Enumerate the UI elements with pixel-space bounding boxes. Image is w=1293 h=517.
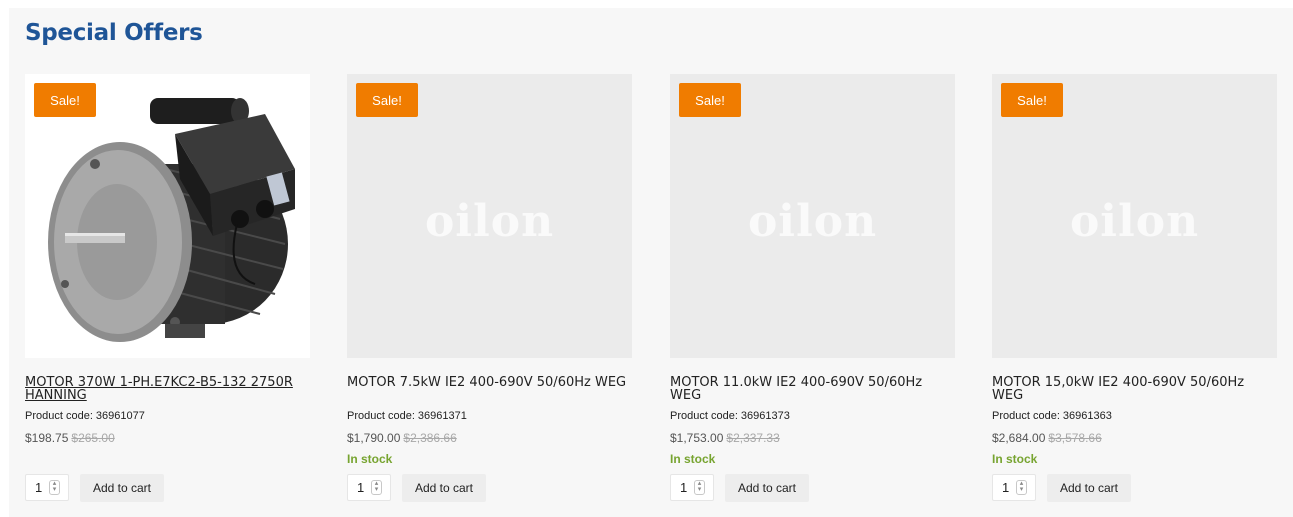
original-price: $3,578.66 [1048, 431, 1102, 445]
product-price: $2,684.00 $3,578.66 [992, 431, 1102, 445]
product-price: $1,753.00 $2,337.33 [670, 431, 780, 445]
oilon-placeholder-logo: oilon [1069, 196, 1200, 247]
product-image-link[interactable]: Sale! [25, 74, 310, 358]
product-card: oilon Sale! MOTOR 15,0kW IE2 400-690V 50… [992, 74, 1277, 514]
quantity-input[interactable]: 1 ▴ ▾ [670, 474, 714, 501]
quantity-stepper-icon[interactable]: ▴ ▾ [694, 480, 705, 495]
quantity-value: 1 [35, 480, 43, 495]
original-price: $265.00 [71, 431, 115, 445]
current-price: $1,753.00 [670, 431, 724, 445]
product-code: Product code: 36961371 [347, 410, 467, 422]
product-image-link[interactable]: oilon Sale! [347, 74, 632, 358]
add-to-cart-button[interactable]: Add to cart [402, 474, 486, 502]
current-price: $1,790.00 [347, 431, 401, 445]
stock-status: In stock [670, 452, 716, 466]
sale-badge: Sale! [679, 83, 741, 117]
current-price: $2,684.00 [992, 431, 1046, 445]
quantity-value: 1 [357, 480, 365, 495]
section-title: Special Offers [25, 20, 203, 46]
product-name-link[interactable]: MOTOR 11.0kW IE2 400-690V 50/60Hz WEG [670, 376, 955, 402]
product-price: $1,790.00 $2,386.66 [347, 431, 457, 445]
current-price: $198.75 [25, 431, 69, 445]
sale-badge: Sale! [356, 83, 418, 117]
product-image-link[interactable]: oilon Sale! [992, 74, 1277, 358]
product-name-link[interactable]: MOTOR 15,0kW IE2 400-690V 50/60Hz WEG [992, 376, 1277, 402]
oilon-placeholder-logo: oilon [424, 196, 555, 247]
sale-badge: Sale! [34, 83, 96, 117]
quantity-input[interactable]: 1 ▴ ▾ [992, 474, 1036, 501]
quantity-stepper-icon[interactable]: ▴ ▾ [49, 480, 60, 495]
oilon-placeholder-logo: oilon [747, 196, 878, 247]
original-price: $2,337.33 [726, 431, 780, 445]
product-price: $198.75 $265.00 [25, 431, 115, 445]
product-code: Product code: 36961363 [992, 410, 1112, 422]
add-to-cart-button[interactable]: Add to cart [725, 474, 809, 502]
product-card: Sale! MOTOR 370W 1-PH.E7KC2-B5-132 2750R… [25, 74, 310, 514]
product-image-link[interactable]: oilon Sale! [670, 74, 955, 358]
quantity-stepper-icon[interactable]: ▴ ▾ [371, 480, 382, 495]
product-name-link[interactable]: MOTOR 7.5kW IE2 400-690V 50/60Hz WEG [347, 376, 632, 389]
add-to-cart-button[interactable]: Add to cart [1047, 474, 1131, 502]
product-name-link[interactable]: MOTOR 370W 1-PH.E7KC2-B5-132 2750R HANNI… [25, 376, 310, 402]
original-price: $2,386.66 [403, 431, 457, 445]
sale-badge: Sale! [1001, 83, 1063, 117]
quantity-stepper-icon[interactable]: ▴ ▾ [1016, 480, 1027, 495]
product-code: Product code: 36961373 [670, 410, 790, 422]
quantity-input[interactable]: 1 ▴ ▾ [25, 474, 69, 501]
product-code: Product code: 36961077 [25, 410, 145, 422]
special-offers-section: Special Offers Sale! MOTOR 370W 1-PH.E7K… [9, 8, 1293, 517]
product-card: oilon Sale! MOTOR 11.0kW IE2 400-690V 50… [670, 74, 955, 514]
quantity-value: 1 [680, 480, 688, 495]
product-card: oilon Sale! MOTOR 7.5kW IE2 400-690V 50/… [347, 74, 632, 514]
quantity-input[interactable]: 1 ▴ ▾ [347, 474, 391, 501]
stock-status: In stock [347, 452, 393, 466]
stock-status: In stock [992, 452, 1038, 466]
quantity-value: 1 [1002, 480, 1010, 495]
add-to-cart-button[interactable]: Add to cart [80, 474, 164, 502]
